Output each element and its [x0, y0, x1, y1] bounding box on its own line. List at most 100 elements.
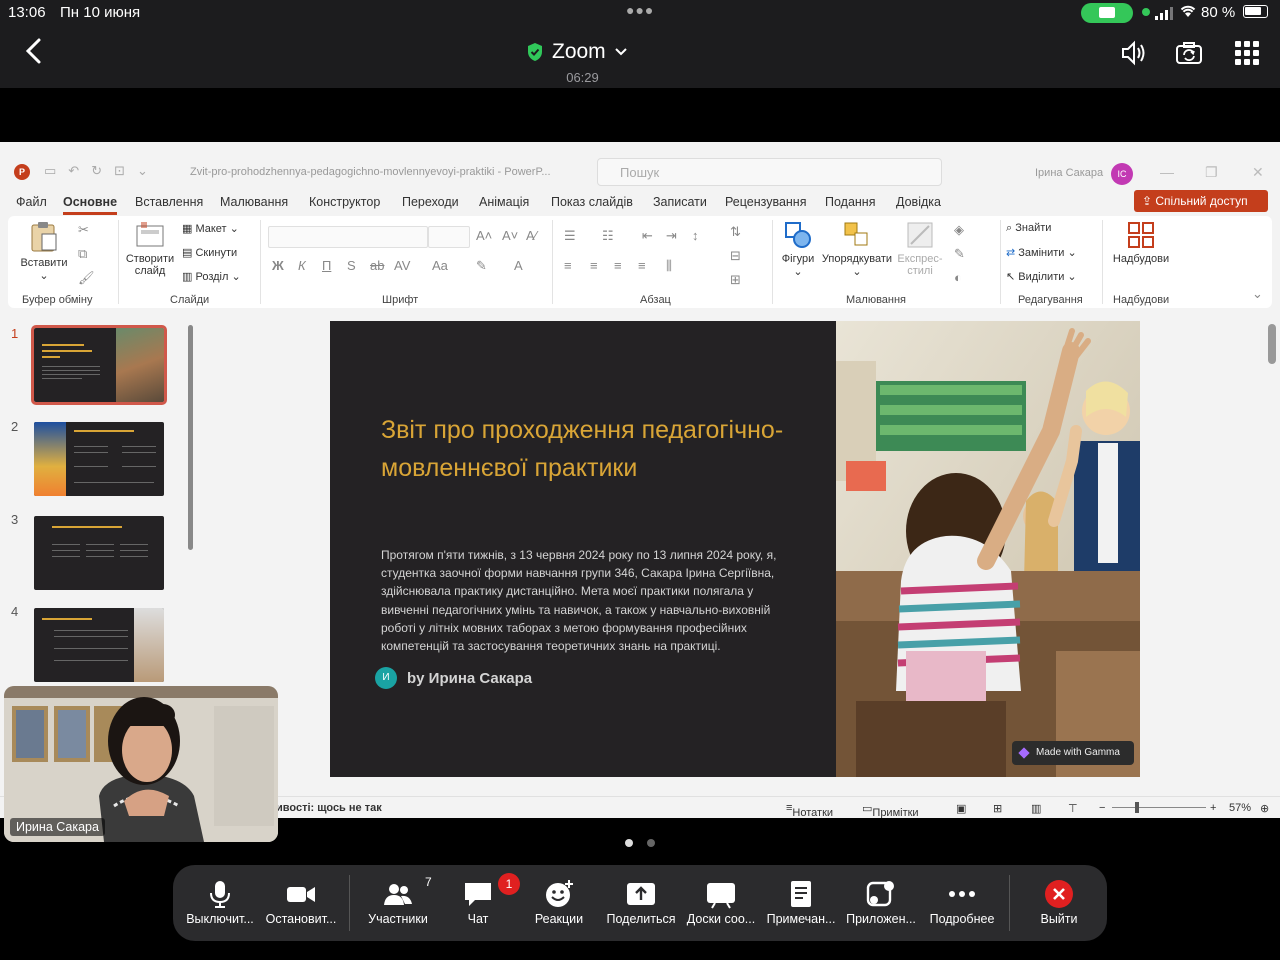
account-avatar[interactable]: IC	[1111, 163, 1133, 185]
ribbon-tab-3[interactable]: Вставлення	[135, 195, 203, 209]
shape-effects-icon[interactable]: ◐	[954, 270, 962, 285]
font-family-select[interactable]	[268, 226, 428, 248]
layout-button[interactable]: ▦ Макет ⌄	[182, 222, 239, 235]
strikethrough-icon[interactable]: ab	[370, 258, 384, 273]
increase-indent-icon[interactable]: ⇥	[666, 228, 677, 244]
zoom-in-icon[interactable]: +	[1210, 802, 1216, 814]
whiteboards-button[interactable]: Доски соо...	[681, 865, 761, 941]
format-painter-icon[interactable]: 🖌	[78, 270, 95, 286]
notes-button[interactable]: ≡ Нотатки	[786, 802, 833, 818]
quick-styles-button[interactable]: Експрес- стилі	[894, 220, 946, 277]
line-spacing-icon[interactable]: ↕	[692, 228, 699, 243]
decrease-font-icon[interactable]: A˅	[502, 228, 518, 243]
italic-icon[interactable]: К	[298, 258, 306, 273]
reading-view-icon[interactable]: ▥	[1031, 802, 1041, 815]
bullets-icon[interactable]: ☰	[564, 228, 576, 244]
align-left-icon[interactable]: ≡	[564, 258, 572, 273]
gamma-badge[interactable]: Made with Gamma	[1012, 741, 1134, 765]
numbering-icon[interactable]: ☷	[602, 228, 614, 244]
slide-thumbnail-2[interactable]	[34, 422, 164, 496]
increase-font-icon[interactable]: A˄	[476, 228, 492, 243]
shapes-button[interactable]: Фігури ⌄	[776, 220, 820, 278]
ribbon-tab-11[interactable]: Подання	[825, 195, 875, 209]
switch-camera-icon[interactable]	[1174, 38, 1204, 68]
smartart-icon[interactable]: ⊞	[730, 272, 741, 288]
comments-button[interactable]: ▭ Примітки	[862, 802, 919, 818]
change-case-icon[interactable]: Aa	[432, 258, 448, 273]
highlight-icon[interactable]: ✎	[476, 258, 487, 274]
multitasking-dots-icon[interactable]: ●●●	[626, 2, 654, 18]
undo-icon[interactable]: ↶	[68, 163, 79, 179]
participants-button[interactable]: 7 Участники	[359, 865, 437, 941]
collapse-ribbon-icon[interactable]: ⌄	[1252, 286, 1263, 302]
notes-button[interactable]: Примечан...	[761, 865, 841, 941]
redo-icon[interactable]: ↻	[91, 163, 102, 179]
zoom-slider[interactable]	[1112, 807, 1206, 808]
clear-formatting-icon[interactable]: A⁄	[526, 228, 537, 243]
ribbon-tab-9[interactable]: Записати	[653, 195, 707, 209]
ribbon-tab-5[interactable]: Конструктор	[309, 195, 380, 209]
shape-fill-icon[interactable]: ◈	[954, 222, 964, 238]
align-center-icon[interactable]: ≡	[590, 258, 598, 273]
slide-sorter-icon[interactable]: ⊞	[993, 802, 1002, 815]
share-screen-button[interactable]: Поделиться	[601, 865, 681, 941]
align-text-icon[interactable]: ⊟	[730, 248, 741, 264]
zoom-slider-thumb[interactable]	[1135, 802, 1139, 813]
slide-title[interactable]: Звіт про проходження педагогічно-мовленн…	[381, 411, 821, 487]
ribbon-tab-1[interactable]: Файл	[16, 195, 47, 209]
slide-canvas[interactable]: Звіт про проходження педагогічно-мовленн…	[330, 321, 1140, 777]
apps-button[interactable]: Приложен...	[841, 865, 921, 941]
slide-thumbnail-3[interactable]	[34, 516, 164, 590]
shadow-icon[interactable]: S	[347, 258, 356, 273]
reactions-button[interactable]: Реакции	[519, 865, 599, 941]
slide-author[interactable]: И by Ирина Сакара	[375, 667, 532, 689]
ribbon-tab-8[interactable]: Показ слайдів	[551, 195, 633, 209]
bold-icon[interactable]: Ж	[272, 258, 284, 273]
justify-icon[interactable]: ≡	[638, 258, 646, 273]
save-icon[interactable]: ▭	[44, 163, 56, 179]
underline-icon[interactable]: П	[322, 258, 331, 273]
ribbon-tab-6[interactable]: Переходи	[402, 195, 459, 209]
close-icon[interactable]: ✕	[1252, 164, 1264, 181]
slide-thumbnail-1[interactable]	[31, 325, 167, 405]
section-button[interactable]: ▥ Розділ ⌄	[182, 270, 241, 283]
shape-outline-icon[interactable]: ✎	[954, 246, 965, 262]
self-video-tile[interactable]: Ирина Сакара	[4, 686, 278, 842]
decrease-indent-icon[interactable]: ⇤	[642, 228, 653, 244]
ribbon-tab-2[interactable]: Основне	[63, 195, 118, 215]
more-button[interactable]: Подробнее	[923, 865, 1001, 941]
columns-icon[interactable]: ⫼	[666, 258, 672, 274]
minimize-icon[interactable]: —	[1160, 164, 1174, 180]
account-name[interactable]: Ірина Сакара	[1035, 167, 1103, 179]
zoom-out-icon[interactable]: −	[1099, 802, 1105, 814]
cut-icon[interactable]: ✂	[78, 222, 89, 238]
slideshow-icon[interactable]: ⊤	[1068, 802, 1078, 815]
font-color-icon[interactable]: A	[514, 258, 523, 273]
slide-thumbnail-4[interactable]	[34, 608, 164, 682]
thumbnail-scrollbar[interactable]	[186, 317, 194, 557]
chat-button[interactable]: 1 Чат	[441, 865, 520, 941]
ribbon-tab-12[interactable]: Довідка	[896, 195, 941, 209]
ribbon-tab-10[interactable]: Рецензування	[725, 195, 806, 209]
find-button[interactable]: ⌕ Знайти	[1006, 222, 1051, 235]
reset-button[interactable]: ▤ Скинути	[182, 246, 237, 259]
back-chevron-icon[interactable]	[20, 36, 50, 66]
replace-button[interactable]: ⇄ Замінити ⌄	[1006, 246, 1077, 259]
zoom-level[interactable]: 57%	[1229, 802, 1251, 814]
align-right-icon[interactable]: ≡	[614, 258, 622, 273]
addins-button[interactable]: Надбудови	[1108, 220, 1174, 265]
new-slide-button[interactable]: Створити слайд	[122, 220, 178, 277]
gallery-grid-icon[interactable]	[1232, 38, 1262, 68]
slide-body[interactable]: Протягом п'яти тижнів, з 13 червня 2024 …	[381, 546, 791, 655]
mute-button[interactable]: Выключит...	[177, 865, 263, 941]
speaker-icon[interactable]	[1118, 38, 1148, 68]
select-button[interactable]: ↖ Виділити ⌄	[1006, 270, 1077, 283]
present-icon[interactable]: ⊡	[114, 163, 125, 179]
normal-view-icon[interactable]: ▣	[956, 802, 966, 815]
meeting-title[interactable]: Zoom	[526, 40, 628, 64]
fit-to-window-icon[interactable]: ⊕	[1260, 802, 1269, 815]
search-input[interactable]: Пошук	[597, 158, 942, 186]
leave-button[interactable]: Выйти	[1019, 865, 1099, 941]
page-indicator-active[interactable]	[625, 839, 633, 847]
ribbon-tab-4[interactable]: Малювання	[220, 195, 288, 209]
